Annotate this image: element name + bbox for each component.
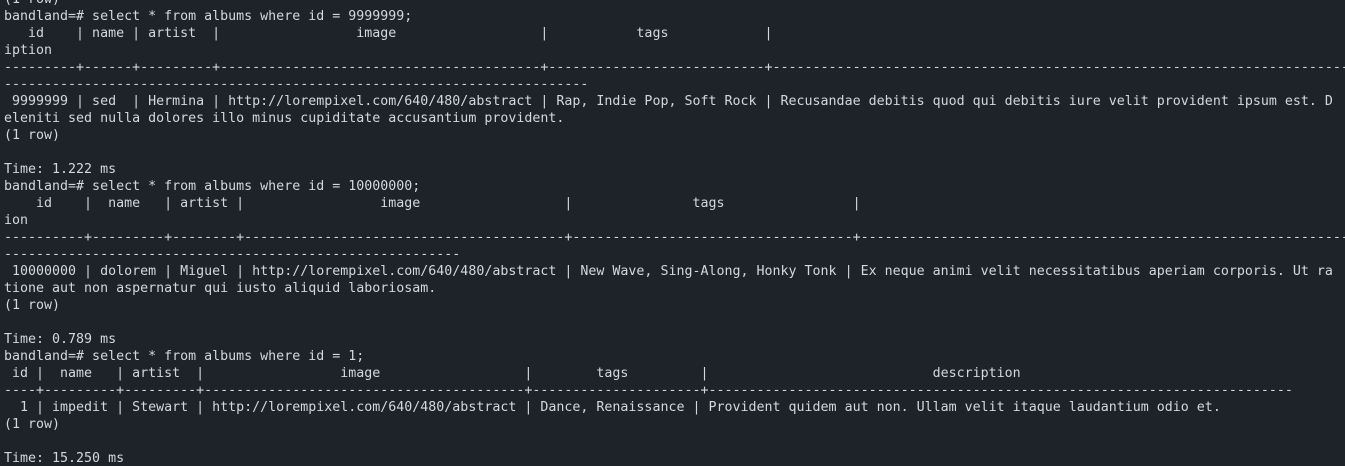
terminal-line: ion xyxy=(4,213,29,228)
terminal-line: id | name | artist | image | tags | xyxy=(36,196,861,211)
terminal-line: 10000000 | dolorem | Miguel | http://lor… xyxy=(4,264,1333,279)
terminal-line: 1 | impedit | Stewart | http://lorempixe… xyxy=(4,400,1221,415)
terminal-line: ----------+---------+--------+----------… xyxy=(4,230,1345,245)
terminal-line: Time: 1.222 ms xyxy=(4,162,117,177)
terminal-line: (1 row) xyxy=(4,0,1345,8)
terminal-line: bandland=# select * from albums where id… xyxy=(4,9,413,24)
terminal-line: ----------------------------------------… xyxy=(4,77,589,92)
terminal-line: id | name | artist | image | tags | xyxy=(28,26,773,41)
terminal-line: bandland=# select * from albums where id… xyxy=(4,349,365,364)
terminal-line: Time: 15.250 ms xyxy=(4,451,125,466)
terminal-line: id | name | artist | image | tags | desc… xyxy=(4,366,1021,381)
terminal-line: 9999999 | sed | Hermina | http://lorempi… xyxy=(4,94,1333,109)
terminal-line: tione aut non aspernatur qui iusto aliqu… xyxy=(4,281,437,296)
terminal-line: (1 row) xyxy=(4,128,61,143)
terminal-window[interactable]: (1 row)bandland=# select * from albums w… xyxy=(0,0,1345,466)
terminal-line: iption xyxy=(4,43,53,58)
terminal-line: ----------------------------------------… xyxy=(4,247,461,262)
terminal-line: ----+---------+---------+---------------… xyxy=(4,383,1293,398)
terminal-line: ---------+------+---------+-------------… xyxy=(4,60,1345,75)
terminal-line: bandland=# select * from albums where id… xyxy=(4,179,421,194)
terminal-line: Time: 0.789 ms xyxy=(4,332,117,347)
terminal-output: (1 row)bandland=# select * from albums w… xyxy=(4,0,1345,466)
terminal-line: eleniti sed nulla dolores illo minus cup… xyxy=(4,111,565,126)
terminal-line: (1 row) xyxy=(4,417,61,432)
terminal-line: (1 row) xyxy=(4,298,61,313)
